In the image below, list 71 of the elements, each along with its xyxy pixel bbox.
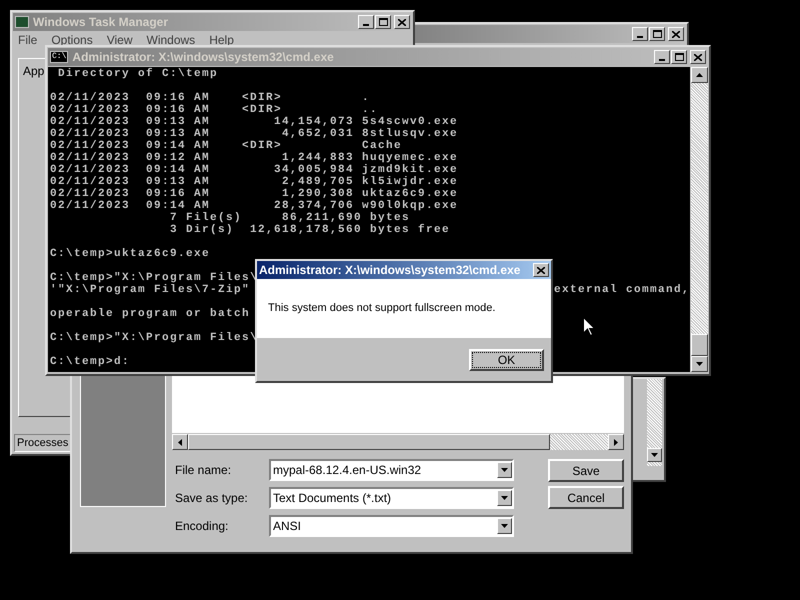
close-icon: [398, 18, 406, 26]
down-arrow-icon: [651, 453, 658, 457]
close-button[interactable]: [668, 27, 684, 41]
console-line: 02/11/2023 09:16 AM <DIR> .: [50, 92, 370, 104]
field-label: Save as type:: [175, 490, 249, 507]
scroll-up-button[interactable]: [691, 67, 708, 83]
ok-button[interactable]: OK: [469, 348, 544, 370]
console-line: external command,: [554, 284, 690, 296]
console-line: operable program or batch: [50, 308, 250, 320]
console-line: C:\temp>d:: [50, 356, 130, 368]
scroll-right-button[interactable]: [608, 434, 624, 450]
left-arrow-icon: [178, 438, 182, 446]
down-arrow-icon: [696, 362, 703, 366]
minimize-button[interactable]: [654, 50, 670, 64]
status-text: Processes: [17, 436, 68, 451]
console-line: 02/11/2023 09:13 AM 4,652,031 8stlusqv.exe: [50, 128, 458, 140]
scroll-down-button[interactable]: [691, 356, 708, 372]
menu-item[interactable]: View: [106, 31, 132, 49]
console-line: 02/11/2023 09:16 AM <DIR> ..: [50, 104, 378, 116]
menu-item[interactable]: Windows: [146, 31, 196, 49]
console-line: 02/11/2023 09:14 AM 28,374,706 w90l0kqp.exe: [50, 200, 458, 212]
dropdown-field[interactable]: ANSI: [269, 515, 514, 537]
window-title: Administrator: X:\windows\system32\cmd.exe: [72, 49, 334, 66]
down-arrow-icon: [501, 496, 508, 500]
dialog-title: Administrator: X:\windows\system32\cmd.exe: [259, 262, 520, 279]
console-line: 02/11/2023 09:13 AM 14,154,073 5s4scwv0.exe: [50, 116, 458, 128]
menu-item[interactable]: File: [18, 31, 38, 49]
mouse-pointer-icon: [583, 317, 595, 336]
down-arrow-icon: [501, 524, 508, 528]
field-label: Encoding:: [175, 518, 230, 535]
dialog-message: This system does not support fullscreen mode.: [268, 301, 496, 316]
console-line: 7 File(s) 86,211,690 bytes: [169, 212, 410, 224]
console-line: C:\temp>"X:\Program Files\: [50, 272, 258, 284]
field-label: File name:: [175, 462, 232, 479]
cancel-button[interactable]: Cancel: [548, 486, 624, 509]
dropdown-field[interactable]: Text Documents (*.txt): [269, 487, 514, 509]
maximize-button[interactable]: [671, 50, 687, 64]
close-button[interactable]: [690, 50, 706, 64]
console-line: 02/11/2023 09:12 AM 1,244,883 huqyemec.exe: [50, 152, 458, 164]
console-line: 02/11/2023 09:16 AM 1,290,308 uktaz6c9.exe: [50, 188, 458, 200]
close-icon: [672, 30, 680, 38]
maximize-button[interactable]: [375, 15, 391, 29]
dropdown-field[interactable]: mypal-68.12.4.en-US.win32: [269, 459, 514, 481]
scroll-thumb[interactable]: [188, 434, 550, 450]
minimize-button[interactable]: [358, 15, 374, 29]
maximize-button[interactable]: [649, 27, 665, 41]
menu-item[interactable]: Help: [209, 31, 234, 49]
console-line: 3 Dir(s) 12,618,178,560 bytes free: [169, 224, 450, 236]
right-arrow-icon: [614, 438, 618, 446]
minimize-button[interactable]: [632, 27, 648, 41]
close-button[interactable]: [394, 15, 410, 29]
console-line: Directory of C:\temp: [57, 68, 218, 80]
console-line: 02/11/2023 09:14 AM 34,005,984 jzmd9kit.exe: [50, 164, 458, 176]
save-button[interactable]: Save: [548, 459, 624, 482]
scroll-thumb[interactable]: [691, 334, 708, 356]
window-title: Windows Task Manager: [33, 14, 168, 31]
close-icon: [694, 54, 702, 60]
menu-item[interactable]: Options: [51, 31, 93, 49]
up-arrow-icon: [696, 73, 703, 77]
down-arrow-icon: [501, 468, 508, 472]
console-line: 02/11/2023 09:13 AM 2,489,705 kl5iwjdr.exe: [50, 176, 458, 188]
scroll-down-button[interactable]: [647, 448, 662, 462]
console-line: '"X:\Program Files\7-Zip": [50, 284, 250, 296]
console-icon: C:\: [50, 51, 68, 63]
close-button[interactable]: [533, 263, 549, 277]
console-line: C:\temp>"X:\Program Files\: [50, 332, 258, 344]
monitor-icon: [15, 16, 29, 28]
scroll-left-button[interactable]: [172, 434, 188, 450]
close-icon: [537, 266, 545, 274]
console-line: 02/11/2023 09:14 AM <DIR> Cache: [50, 140, 402, 152]
console-line: C:\temp>uktaz6c9.exe: [50, 248, 210, 260]
